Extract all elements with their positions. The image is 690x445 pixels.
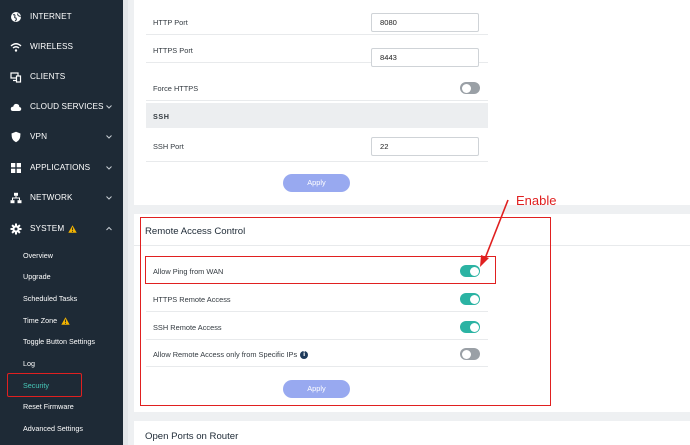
sidebar-subitem-label: Toggle Button Settings	[23, 337, 95, 346]
sidebar-item-internet[interactable]: INTERNET	[0, 2, 123, 32]
ssh-section-header: SSH	[146, 103, 488, 128]
force-https-toggle[interactable]	[460, 82, 480, 94]
sidebar-item-clients[interactable]: CLIENTS	[0, 62, 123, 92]
sidebar-subitem-label: Time Zone	[23, 316, 58, 325]
sidebar-item-label: VPN	[30, 132, 48, 141]
toggle-knob	[461, 83, 471, 93]
cloud-icon	[10, 101, 22, 113]
annotation-arrow-icon	[480, 199, 509, 267]
ssh-port-label: SSH Port	[153, 142, 184, 151]
sidebar-item-label-wrap: SYSTEM	[30, 224, 77, 234]
sidebar-subitem-time-zone[interactable]: Time Zone	[0, 310, 118, 330]
chevron-up-icon	[106, 226, 112, 231]
sidebar-item-label: APPLICATIONS	[30, 163, 91, 172]
ports-apply-button[interactable]: Apply	[283, 174, 350, 192]
force-https-label: Force HTTPS	[153, 84, 199, 93]
http-port-label: HTTP Port	[153, 18, 188, 27]
clients-icon	[10, 71, 22, 83]
open-ports-title: Open Ports on Router	[145, 431, 239, 442]
http-port-input[interactable]: 8080	[371, 13, 479, 32]
sidebar-item-label: WIRELESS	[30, 42, 74, 51]
warning-icon	[61, 317, 70, 325]
sidebar-subitem-scheduled-tasks[interactable]: Scheduled Tasks	[0, 288, 118, 308]
chevron-down-icon	[106, 166, 112, 170]
sidebar-subitem-toggle-button-settings[interactable]: Toggle Button Settings	[0, 331, 118, 351]
sidebar-subitem-upgrade[interactable]: Upgrade	[0, 266, 118, 286]
sidebar-item-label: INTERNET	[30, 12, 72, 21]
sidebar-subitem-label-wrap: Time Zone	[23, 316, 70, 325]
sidebar-subitem-label: Log	[23, 359, 35, 368]
gear-icon	[10, 223, 22, 235]
wifi-icon	[10, 41, 22, 53]
https-port-input[interactable]: 8443	[371, 48, 479, 67]
sidebar-subitem-label: Advanced Settings	[23, 424, 83, 433]
sidebar-item-label: CLIENTS	[30, 72, 66, 81]
sidebar-subitem-label: Scheduled Tasks	[23, 294, 78, 303]
chevron-down-icon	[106, 196, 112, 200]
sidebar-item-label: CLOUD SERVICES	[30, 102, 104, 111]
sidebar-item-system[interactable]: SYSTEM	[0, 214, 123, 244]
annotation-allow-ping-highlight	[145, 256, 496, 284]
globe-icon	[10, 11, 22, 23]
warning-icon	[68, 225, 77, 233]
chevron-down-icon	[106, 135, 112, 139]
sidebar-subitem-reset-firmware[interactable]: Reset Firmware	[0, 396, 118, 416]
sidebar-item-applications[interactable]: APPLICATIONS	[0, 153, 123, 183]
sidebar-item-label: SYSTEM	[30, 224, 65, 233]
apps-grid-icon	[10, 162, 22, 174]
annotation-enable-label: Enable	[516, 193, 557, 208]
open-ports-card: Open Ports on Router	[134, 421, 690, 445]
sidebar-subitem-label: Upgrade	[23, 272, 51, 281]
sidebar-item-network[interactable]: NETWORK	[0, 183, 123, 213]
sidebar-item-wireless[interactable]: WIRELESS	[0, 32, 123, 62]
sidebar-subitem-label: Overview	[23, 251, 53, 260]
shield-icon	[10, 131, 22, 143]
ssh-section-label: SSH	[153, 112, 170, 121]
sidebar-item-cloud-services[interactable]: CLOUD SERVICES	[0, 92, 123, 122]
ssh-port-input[interactable]: 22	[371, 137, 479, 156]
sidebar-subitem-log[interactable]: Log	[0, 353, 118, 373]
sidebar-item-vpn[interactable]: VPN	[0, 122, 123, 152]
sidebar-subitem-advanced-settings[interactable]: Advanced Settings	[0, 418, 118, 438]
https-port-label: HTTPS Port	[153, 46, 193, 55]
annotation-security-highlight	[7, 373, 82, 397]
force-https-row: Force HTTPS	[146, 74, 488, 101]
sidebar-subitem-label: Reset Firmware	[23, 402, 74, 411]
network-icon	[10, 192, 22, 204]
sidebar-divider	[123, 0, 128, 445]
chevron-down-icon	[106, 105, 112, 109]
sidebar-subitem-overview[interactable]: Overview	[0, 245, 118, 265]
sidebar-item-label: NETWORK	[30, 193, 73, 202]
